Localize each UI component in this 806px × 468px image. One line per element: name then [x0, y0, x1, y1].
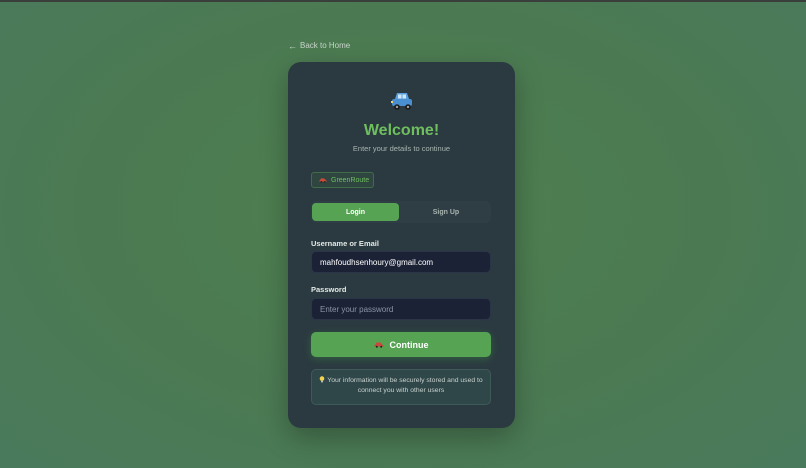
continue-button[interactable]: Continue: [311, 332, 491, 357]
back-to-home-link[interactable]: ← Back to Home: [288, 41, 350, 50]
brand-name: GreenRoute: [331, 176, 370, 184]
info-text: Your information will be securely stored…: [327, 377, 483, 394]
lightbulb-icon: [319, 376, 325, 383]
tab-login[interactable]: Login: [312, 203, 399, 221]
car-icon: [319, 178, 327, 183]
username-label: Username or Email: [311, 239, 379, 248]
login-card: Welcome! Enter your details to continue …: [288, 62, 515, 428]
info-notice: Your information will be securely stored…: [311, 369, 491, 405]
car-icon: [391, 93, 412, 110]
back-to-home-label: Back to Home: [300, 41, 351, 50]
auth-tabs: Login Sign Up: [311, 201, 491, 223]
page-title: Welcome!: [363, 122, 440, 139]
brand-badge: GreenRoute: [311, 172, 374, 188]
top-edge-strip: [0, 0, 806, 2]
page-subtitle: Enter your details to continue: [352, 144, 451, 153]
tab-sign-up[interactable]: Sign Up: [403, 203, 489, 221]
car-icon: [374, 342, 383, 348]
continue-label: Continue: [389, 339, 429, 350]
password-input[interactable]: [311, 298, 491, 320]
arrow-left-icon: ←: [288, 40, 297, 51]
password-label: Password: [311, 285, 347, 294]
username-input[interactable]: [311, 251, 491, 273]
